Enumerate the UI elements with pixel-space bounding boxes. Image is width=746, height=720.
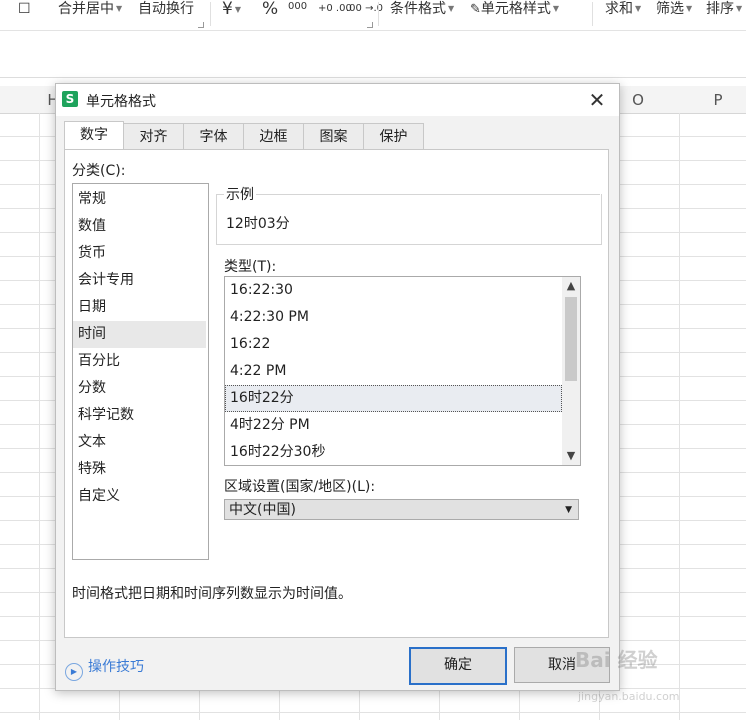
group-expand-icon[interactable] xyxy=(198,22,204,28)
category-item-currency[interactable]: 货币 xyxy=(73,240,206,267)
locale-value: 中文(中国) xyxy=(229,502,296,518)
brush-icon: ✎ xyxy=(470,2,481,17)
chevron-down-icon: ▼ xyxy=(686,4,693,13)
toolbar-divider xyxy=(378,2,379,26)
tab-alignment[interactable]: 对齐 xyxy=(123,123,184,150)
category-item-fraction[interactable]: 分数 xyxy=(73,375,206,402)
type-list-scrollbar[interactable]: ▲ ▼ xyxy=(562,277,580,465)
watermark-url: jingyan.baidu.com xyxy=(578,690,680,703)
conditional-format-button[interactable]: 条件格式 ▼ xyxy=(390,0,454,18)
category-item-general[interactable]: 常规 xyxy=(73,186,206,213)
category-item-percentage[interactable]: 百分比 xyxy=(73,348,206,375)
filter-button[interactable]: 筛选 ▼ xyxy=(656,0,692,18)
tab-font[interactable]: 字体 xyxy=(183,123,244,150)
format-description: 时间格式把日期和时间序列数显示为时间值。 xyxy=(72,586,352,602)
column-header-p[interactable]: P xyxy=(678,86,746,113)
type-item[interactable]: 4时22分 PM xyxy=(225,412,562,439)
watermark-logo: Bai 经验 xyxy=(575,648,658,672)
category-item-number[interactable]: 数值 xyxy=(73,213,206,240)
percent-format-button[interactable]: % xyxy=(262,0,278,18)
app-logo-icon: S xyxy=(62,91,78,107)
chevron-down-icon: ▼ xyxy=(116,4,123,13)
category-item-accounting[interactable]: 会计专用 xyxy=(73,267,206,294)
sort-button[interactable]: 排序 ▼ xyxy=(706,0,742,18)
category-item-scientific[interactable]: 科学记数 xyxy=(73,402,206,429)
chevron-down-icon: ▼ xyxy=(635,4,642,13)
wrap-icon[interactable]: ☐ xyxy=(18,0,31,18)
type-item[interactable]: 16:22 xyxy=(225,331,562,358)
number-tab-panel: 分类(C): 常规 数值 货币 会计专用 日期 时间 百分比 分数 科学记数 文… xyxy=(64,149,609,638)
locale-label: 区域设置(国家/地区)(L): xyxy=(224,479,376,495)
category-item-date[interactable]: 日期 xyxy=(73,294,206,321)
ok-button[interactable]: 确定 xyxy=(409,647,507,685)
type-label: 类型(T): xyxy=(224,259,277,275)
category-item-custom[interactable]: 自定义 xyxy=(73,483,206,510)
scroll-up-icon[interactable]: ▲ xyxy=(562,277,580,295)
type-item-selected[interactable]: 16时22分 xyxy=(225,385,562,412)
formula-bar[interactable] xyxy=(0,31,746,78)
chevron-down-icon: ▼ xyxy=(552,4,560,13)
format-cells-dialog: S 单元格格式 ✕ 数字 对齐 字体 边框 图案 保护 分类(C): 常规 数值… xyxy=(55,83,620,691)
sample-box-topline xyxy=(216,194,600,196)
type-list[interactable]: 16:22:30 4:22:30 PM 16:22 4:22 PM 16时22分… xyxy=(224,276,581,466)
tab-protection[interactable]: 保护 xyxy=(363,123,424,150)
toolbar-divider xyxy=(210,2,211,26)
thousands-separator-button[interactable]: 000 xyxy=(288,0,307,16)
group-expand-icon[interactable] xyxy=(367,22,373,28)
category-list[interactable]: 常规 数值 货币 会计专用 日期 时间 百分比 分数 科学记数 文本 特殊 自定… xyxy=(72,183,209,560)
dropdown-arrow-icon: ▼ xyxy=(565,505,572,515)
scroll-down-icon[interactable]: ▼ xyxy=(562,447,580,465)
locale-select[interactable]: 中文(中国) ▼ xyxy=(224,499,579,520)
cell-style-button[interactable]: ✎单元格样式 ▼ xyxy=(470,0,559,19)
scroll-thumb[interactable] xyxy=(565,297,577,381)
toolbar-divider xyxy=(592,2,593,26)
category-item-text[interactable]: 文本 xyxy=(73,429,206,456)
sample-value: 12时03分 xyxy=(226,216,290,232)
category-label: 分类(C): xyxy=(72,163,126,179)
tab-border[interactable]: 边框 xyxy=(243,123,304,150)
dialog-title: 单元格格式 xyxy=(86,94,156,110)
close-icon[interactable]: ✕ xyxy=(584,87,610,113)
dialog-titlebar[interactable]: S 单元格格式 ✕ xyxy=(56,84,619,116)
currency-format-button[interactable]: ¥ ▼ xyxy=(222,0,241,19)
chevron-down-icon: ▼ xyxy=(736,4,743,13)
sample-label: 示例 xyxy=(224,184,256,204)
type-item[interactable]: 4:22 PM xyxy=(225,358,562,385)
type-item[interactable]: 16时22分30秒 xyxy=(225,439,562,465)
chevron-down-icon: ▼ xyxy=(234,5,241,14)
chevron-down-icon: ▼ xyxy=(448,4,455,13)
type-item[interactable]: 4:22:30 PM xyxy=(225,304,562,331)
type-item[interactable]: 16:22:30 xyxy=(225,277,562,304)
ribbon-toolbar: ☐ 合并居中 ▼ 自动换行 ¥ ▼ % 000 +0 .00 .00 →.0 条件格… xyxy=(0,0,746,31)
merge-center-button[interactable]: 合并居中 ▼ xyxy=(58,0,122,18)
category-item-special[interactable]: 特殊 xyxy=(73,456,206,483)
category-item-time[interactable]: 时间 xyxy=(73,321,206,348)
tips-link[interactable]: ▶ 操作技巧 xyxy=(65,656,144,681)
play-circle-icon: ▶ xyxy=(65,663,83,681)
tab-number[interactable]: 数字 xyxy=(64,121,124,151)
sum-button[interactable]: 求和 ▼ xyxy=(605,0,641,18)
tab-pattern[interactable]: 图案 xyxy=(303,123,364,150)
auto-wrap-button[interactable]: 自动换行 xyxy=(138,0,194,18)
